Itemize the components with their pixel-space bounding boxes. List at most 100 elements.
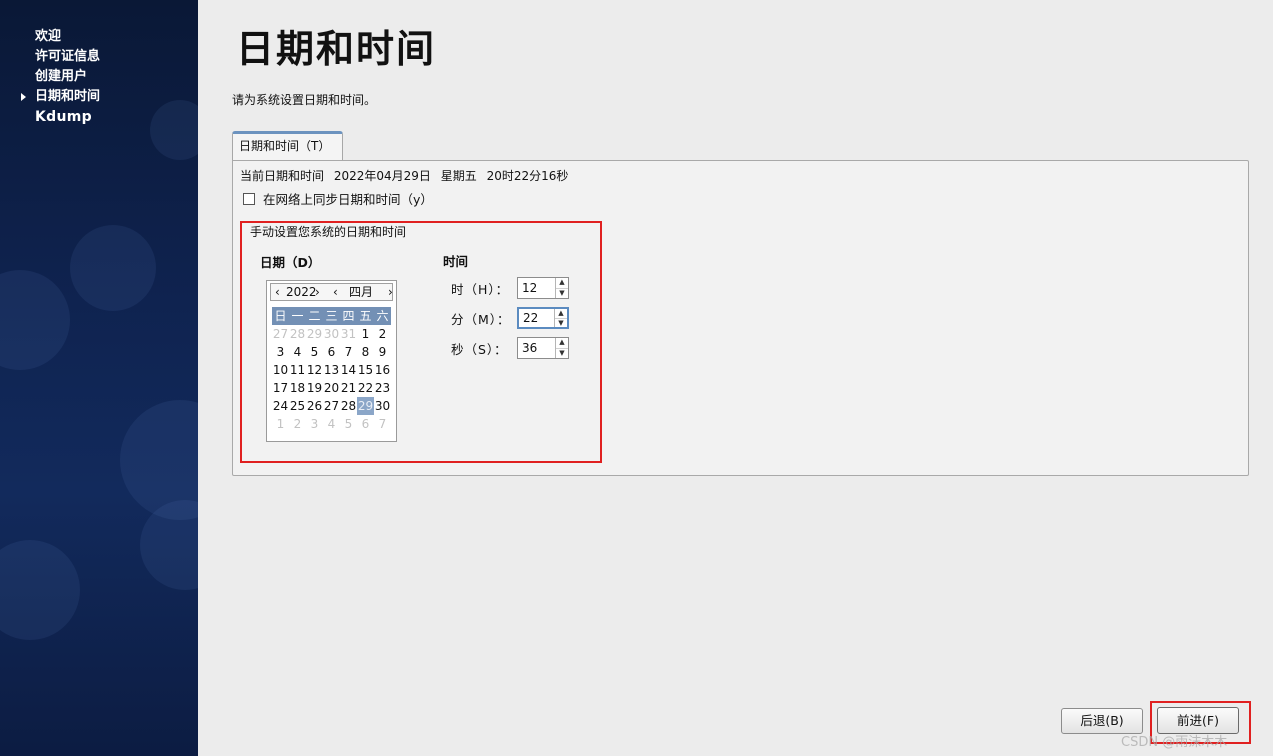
- calendar-day[interactable]: 8: [357, 343, 374, 361]
- calendar-day[interactable]: 3: [272, 343, 289, 361]
- spin-down-icon[interactable]: ▼: [556, 347, 568, 359]
- second-input[interactable]: 36: [518, 338, 555, 358]
- next-month-icon[interactable]: ›: [388, 284, 393, 300]
- calendar-week-row: 24 25 26 27 28 29 30: [272, 397, 391, 415]
- hour-spinner-arrows: ▲ ▼: [555, 278, 568, 298]
- sidebar-item-create-user: 创建用户: [35, 67, 100, 87]
- calendar-grid: 日一二三四五六 27 28 29 30 31 1 2 3 4 5 6 7 8 9 10 11 12 13 14 15 16…: [272, 307, 391, 433]
- page-title: 日期和时间: [236, 27, 437, 71]
- spin-up-icon[interactable]: ▲: [556, 278, 568, 288]
- calendar-day[interactable]: 24: [272, 397, 289, 415]
- calendar-header: ‹ 2022 › ‹ 四月 ›: [270, 283, 393, 301]
- hour-spinner[interactable]: 12 ▲ ▼: [517, 277, 569, 299]
- minute-label: 分（M）：: [451, 311, 511, 327]
- spin-up-icon[interactable]: ▲: [556, 338, 568, 348]
- calendar-day-outside[interactable]: 6: [357, 415, 374, 433]
- current-step-arrow-icon: [21, 93, 26, 101]
- calendar-day[interactable]: 4: [289, 343, 306, 361]
- network-sync-label: 在网络上同步日期和时间（y）: [263, 192, 433, 207]
- calendar-day[interactable]: 25: [289, 397, 306, 415]
- sidebar-item-license: 许可证信息: [35, 47, 100, 67]
- decor-bubble: [150, 100, 198, 160]
- calendar-weekday: 一: [291, 309, 304, 323]
- calendar-day[interactable]: 2: [374, 325, 391, 343]
- calendar-day[interactable]: 27: [323, 397, 340, 415]
- hour-label: 时（H）：: [451, 281, 510, 297]
- calendar-day[interactable]: 7: [340, 343, 357, 361]
- calendar-day[interactable]: 23: [374, 379, 391, 397]
- next-year-icon[interactable]: ›: [315, 284, 320, 300]
- calendar-day-outside[interactable]: 2: [289, 415, 306, 433]
- minute-spinner[interactable]: 22 ▲ ▼: [517, 307, 569, 329]
- decor-bubble: [0, 540, 80, 640]
- calendar-day[interactable]: 20: [323, 379, 340, 397]
- calendar-weekday: 四: [342, 309, 355, 323]
- sidebar-item-date-time: 日期和时间: [21, 87, 100, 107]
- hour-input[interactable]: 12: [518, 278, 555, 298]
- calendar-day-selected[interactable]: 29: [357, 397, 374, 415]
- calendar-week-row: 1234567: [272, 415, 391, 433]
- calendar[interactable]: ‹ 2022 › ‹ 四月 › 日一二三四五六 27 28 29 30 31 1 2 3 4 5 6 7…: [266, 280, 397, 442]
- calendar-day[interactable]: 5: [306, 343, 323, 361]
- calendar-weekday: 三: [325, 309, 338, 323]
- calendar-day[interactable]: 11: [289, 361, 306, 379]
- sidebar: 欢迎 许可证信息 创建用户 日期和时间 Kdump: [0, 0, 198, 756]
- calendar-day[interactable]: 17: [272, 379, 289, 397]
- tab-date-time[interactable]: 日期和时间（T）: [232, 131, 343, 160]
- calendar-day-outside[interactable]: 31: [340, 325, 357, 343]
- prev-year-icon[interactable]: ‹: [275, 284, 280, 300]
- calendar-day-outside[interactable]: 5: [340, 415, 357, 433]
- spin-down-icon[interactable]: ▼: [555, 318, 567, 328]
- current-datetime-label: 当前日期和时间: [240, 169, 325, 183]
- second-spinner-arrows: ▲ ▼: [555, 338, 568, 358]
- prev-month-icon[interactable]: ‹: [333, 284, 338, 300]
- sidebar-item-label: 许可证信息: [35, 49, 101, 64]
- calendar-day[interactable]: 14: [340, 361, 357, 379]
- calendar-day-outside[interactable]: 7: [374, 415, 391, 433]
- calendar-day[interactable]: 13: [323, 361, 340, 379]
- network-sync-checkbox[interactable]: [243, 192, 255, 205]
- calendar-day-outside[interactable]: 29: [306, 325, 323, 343]
- calendar-day-outside[interactable]: 30: [323, 325, 340, 343]
- minute-spinner-arrows: ▲ ▼: [554, 309, 567, 327]
- calendar-day[interactable]: 21: [340, 379, 357, 397]
- forward-button[interactable]: 前进(F): [1157, 707, 1239, 734]
- calendar-day[interactable]: 30: [374, 397, 391, 415]
- minute-input[interactable]: 22: [519, 309, 554, 327]
- calendar-day[interactable]: 9: [374, 343, 391, 361]
- current-weekday-value: 星期五: [440, 169, 477, 183]
- calendar-day[interactable]: 1: [357, 325, 374, 343]
- calendar-day[interactable]: 26: [306, 397, 323, 415]
- calendar-day-outside[interactable]: 1: [272, 415, 289, 433]
- calendar-year: 2022: [286, 285, 317, 299]
- minute-row: 分（M）： 22 ▲ ▼: [451, 307, 569, 329]
- spin-up-icon[interactable]: ▲: [555, 309, 567, 318]
- calendar-day-outside[interactable]: 27: [272, 325, 289, 343]
- calendar-day-outside[interactable]: 4: [323, 415, 340, 433]
- calendar-day[interactable]: 16: [374, 361, 391, 379]
- network-sync-option[interactable]: 在网络上同步日期和时间（y）: [243, 189, 433, 208]
- watermark: CSDN @雨沫木木: [1121, 735, 1228, 750]
- calendar-day[interactable]: 6: [323, 343, 340, 361]
- calendar-day[interactable]: 15: [357, 361, 374, 379]
- current-time-value: 20时22分16秒: [486, 169, 569, 183]
- calendar-day[interactable]: 10: [272, 361, 289, 379]
- spin-down-icon[interactable]: ▼: [556, 287, 568, 299]
- calendar-day[interactable]: 28: [340, 397, 357, 415]
- calendar-day[interactable]: 18: [289, 379, 306, 397]
- calendar-day-outside[interactable]: 3: [306, 415, 323, 433]
- second-label: 秒（S）：: [451, 341, 508, 357]
- calendar-day[interactable]: 19: [306, 379, 323, 397]
- calendar-day[interactable]: 12: [306, 361, 323, 379]
- calendar-week-row: 3456789: [272, 343, 391, 361]
- calendar-weekday: 二: [308, 309, 321, 323]
- current-date-value: 2022年04月29日: [333, 169, 431, 183]
- manual-settings-legend: 手动设置您系统的日期和时间: [250, 225, 407, 239]
- calendar-day-outside[interactable]: 28: [289, 325, 306, 343]
- second-spinner[interactable]: 36 ▲ ▼: [517, 337, 569, 359]
- page-subtitle: 请为系统设置日期和时间。: [232, 93, 377, 107]
- current-datetime: 当前日期和时间 2022年04月29日 星期五 20时22分16秒: [240, 167, 568, 184]
- calendar-day[interactable]: 22: [357, 379, 374, 397]
- sidebar-item-welcome: 欢迎: [35, 27, 100, 47]
- sidebar-item-label: Kdump: [35, 109, 92, 125]
